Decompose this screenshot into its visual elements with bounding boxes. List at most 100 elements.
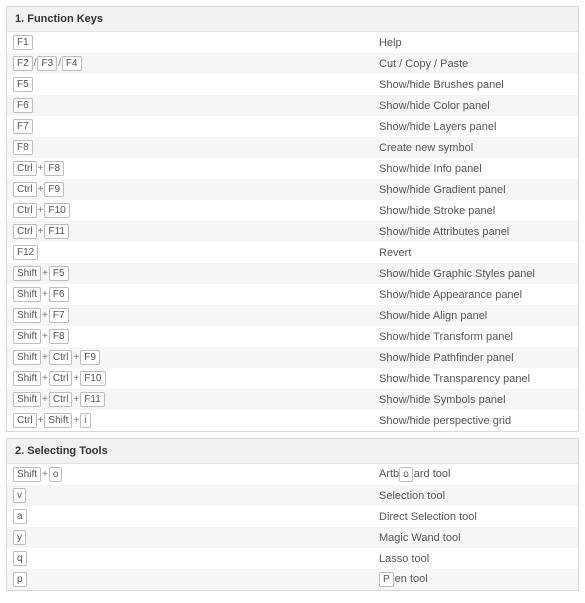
shortcut-description: Cut / Copy / Paste [379,58,572,70]
shortcut-description: Show/hide Layers panel [379,121,572,133]
key-combo: q [13,551,379,566]
shortcut-row: Ctrl+F11Show/hide Attributes panel [7,221,578,242]
shortcut-description: Show/hide Gradient panel [379,184,572,196]
shortcut-row: Ctrl+F10Show/hide Stroke panel [7,200,578,221]
key-combo: Shift+F7 [13,308,379,323]
shortcut-description: Show/hide Attributes panel [379,226,572,238]
section-panel: 2. Selecting ToolsShift+oArtboard toolvS… [6,438,579,591]
shortcut-row: F6Show/hide Color panel [7,95,578,116]
key: F10 [44,203,69,218]
key-separator: + [42,329,48,344]
shortcut-description: Show/hide Align panel [379,310,572,322]
section-header: 2. Selecting Tools [7,439,578,464]
key: F5 [13,77,33,92]
shortcut-row: F2/F3/F4Cut / Copy / Paste [7,53,578,74]
section-header: 1. Function Keys [7,7,578,32]
key-separator: + [42,467,48,482]
shortcut-row: vSelection tool [7,485,578,506]
key: F12 [13,245,38,260]
key-separator: + [42,287,48,302]
key: F11 [80,392,105,407]
shortcut-row: aDirect Selection tool [7,506,578,527]
key: F8 [13,140,33,155]
shortcut-description: Show/hide Brushes panel [379,79,572,91]
key: q [13,551,27,566]
inline-key: P [379,572,394,587]
key: F2 [13,56,33,71]
section-panel: 1. Function KeysF1HelpF2/F3/F4Cut / Copy… [6,6,579,432]
shortcut-row: Shift+oArtboard tool [7,464,578,485]
shortcut-row: F12Revert [7,242,578,263]
key: Ctrl [49,371,73,386]
key: i [80,413,90,428]
key: Shift [13,266,41,281]
key: Shift [13,287,41,302]
shortcut-row: Ctrl+Shift+iShow/hide perspective grid [7,410,578,431]
key-combo: F5 [13,77,379,92]
shortcuts-list: 1. Function KeysF1HelpF2/F3/F4Cut / Copy… [6,6,579,591]
shortcut-description: Show/hide Stroke panel [379,205,572,217]
key-separator: + [42,350,48,365]
shortcut-description: Show/hide Info panel [379,163,572,175]
key: Ctrl [49,350,73,365]
shortcut-row: Ctrl+F9Show/hide Gradient panel [7,179,578,200]
key: F5 [49,266,69,281]
shortcut-row: q Lasso tool [7,548,578,569]
key: F7 [49,308,69,323]
key-combo: Shift+Ctrl+F11 [13,392,379,407]
key-combo: Ctrl+Shift+i [13,413,379,428]
key: Ctrl [13,203,37,218]
key: Shift [44,413,72,428]
key: Ctrl [49,392,73,407]
key: Ctrl [13,413,37,428]
key-combo: Shift+F5 [13,266,379,281]
shortcut-row: F8Create new symbol [7,137,578,158]
key-combo: Shift+o [13,467,379,482]
shortcut-row: Ctrl+F8Show/hide Info panel [7,158,578,179]
key: p [13,572,27,587]
key-combo: F8 [13,140,379,155]
shortcut-description: Show/hide Appearance panel [379,289,572,301]
shortcut-row: Shift+F6Show/hide Appearance panel [7,284,578,305]
key: F9 [44,182,64,197]
key-separator: + [73,392,79,407]
key-combo: Shift+F8 [13,329,379,344]
key: y [13,530,26,545]
key: F10 [80,371,105,386]
key: F1 [13,35,33,50]
key-separator: + [42,392,48,407]
key-separator: + [73,413,79,428]
shortcut-row: Shift+Ctrl+F11Show/hide Symbols panel [7,389,578,410]
key: v [13,488,26,503]
shortcut-description: Show/hide Color panel [379,100,572,112]
key: Shift [13,350,41,365]
key-combo: Shift+F6 [13,287,379,302]
key: Ctrl [13,161,37,176]
key: Shift [13,371,41,386]
shortcut-row: Shift+F5Show/hide Graphic Styles panel [7,263,578,284]
shortcut-description: Lasso tool [379,553,572,565]
shortcut-row: Shift+Ctrl+F10Show/hide Transparency pan… [7,368,578,389]
key: F3 [37,56,57,71]
key: Shift [13,392,41,407]
shortcut-description: Magic Wand tool [379,532,572,544]
section-body: F1HelpF2/F3/F4Cut / Copy / PasteF5Show/h… [7,32,578,431]
key-combo: Shift+Ctrl+F10 [13,371,379,386]
key-combo: F7 [13,119,379,134]
key-combo: Shift+Ctrl+F9 [13,350,379,365]
key: Ctrl [13,224,37,239]
inline-key: o [399,467,413,482]
section-body: Shift+oArtboard toolvSelection toolaDire… [7,464,578,590]
key-separator: + [73,350,79,365]
shortcut-row: Shift+F7Show/hide Align panel [7,305,578,326]
key: F7 [13,119,33,134]
shortcut-description: Show/hide Pathfinder panel [379,352,572,364]
key-combo: Ctrl+F8 [13,161,379,176]
shortcut-description: Help [379,37,572,49]
shortcut-description: Artboard tool [379,467,572,482]
key-combo: F6 [13,98,379,113]
key: Shift [13,308,41,323]
shortcut-description: Show/hide perspective grid [379,415,572,427]
key-combo: F2/F3/F4 [13,56,379,71]
shortcut-description: Show/hide Transparency panel [379,373,572,385]
